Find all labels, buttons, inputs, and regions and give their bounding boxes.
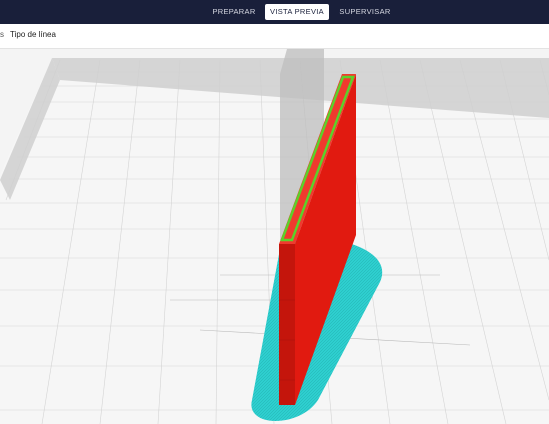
tab-preparar[interactable]: PREPARAR xyxy=(208,4,260,20)
view-toolbar: s Tipo de línea xyxy=(0,24,549,49)
3d-preview-viewport[interactable] xyxy=(0,49,549,424)
toolbar-lead-glyph: s xyxy=(0,30,4,39)
view-type-selector[interactable]: Tipo de línea xyxy=(10,30,56,39)
top-navigation-bar: PREPARAR VISTA PREVIA SUPERVISAR xyxy=(0,0,549,24)
wall-front-face xyxy=(279,244,295,405)
tab-supervisar[interactable]: SUPERVISAR xyxy=(337,4,393,20)
tab-vista-previa[interactable]: VISTA PREVIA xyxy=(265,4,329,20)
